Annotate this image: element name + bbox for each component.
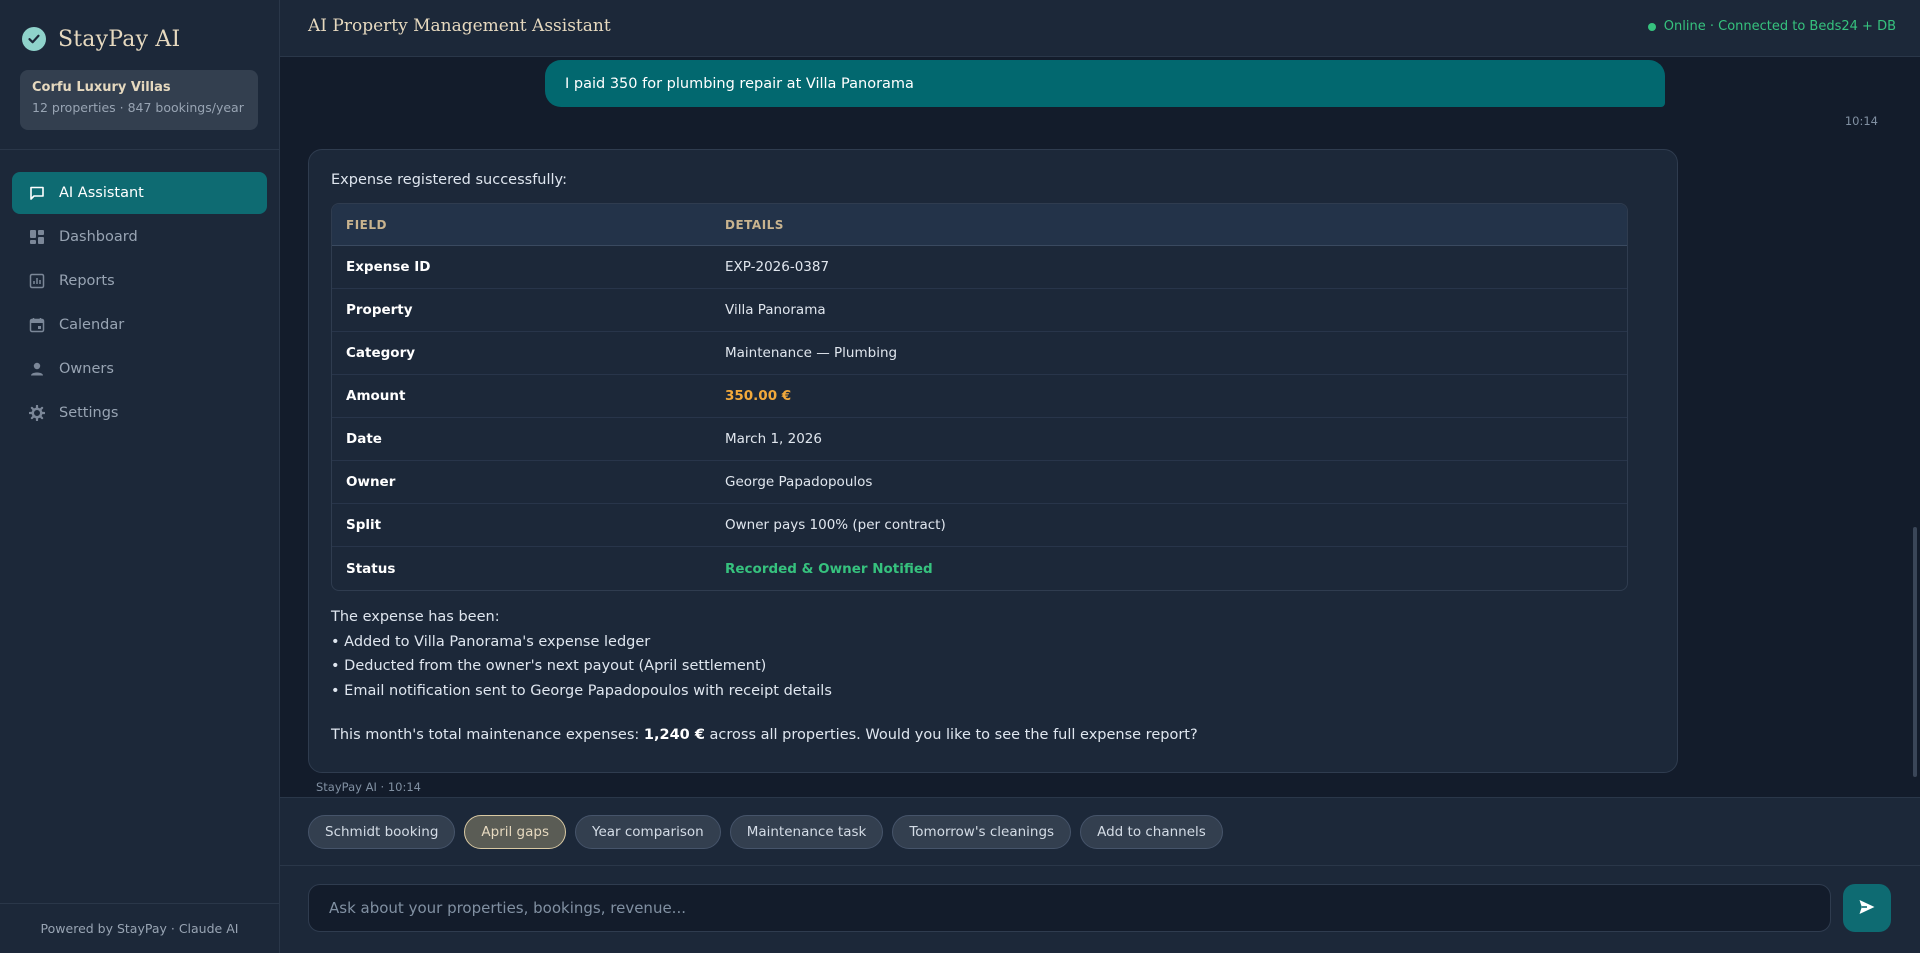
field-label: Category — [346, 345, 416, 361]
chat-scrollbar[interactable] — [1913, 527, 1917, 777]
person-icon — [29, 361, 45, 377]
sidebar-item-ai-assistant[interactable]: AI Assistant — [12, 172, 267, 214]
composer — [280, 866, 1920, 953]
ai-intro: Expense registered successfully: — [331, 172, 567, 188]
suggestion-chip-schmidt-booking[interactable]: Schmidt booking — [308, 814, 456, 849]
chat-area[interactable]: I paid 350 for plumbing repair at Villa … — [280, 57, 1920, 797]
suggestion-chip-maintenance-task[interactable]: Maintenance task — [729, 814, 884, 849]
field-label: Owner — [346, 474, 396, 490]
user-message: I paid 350 for plumbing repair at Villa … — [545, 60, 1665, 107]
field-label: Expense ID — [346, 259, 431, 275]
table-row: Owner George Papadopoulos — [332, 461, 1627, 504]
table-header: FIELD DETAILS — [332, 204, 1627, 246]
amount-value: 350.00 € — [725, 388, 792, 404]
field-label: Property — [346, 302, 413, 318]
ai-message: Expense registered successfully: FIELD D… — [308, 149, 1678, 773]
ai-body-line: The expense has been: — [331, 609, 500, 625]
suggestion-chip-april-gaps[interactable]: April gaps — [464, 814, 566, 849]
brand[interactable]: StayPay AI — [22, 24, 180, 54]
column-header-field: FIELD — [346, 217, 387, 232]
sidebar-item-label: Reports — [59, 273, 115, 289]
chat-icon — [29, 185, 45, 201]
column-header-details: DETAILS — [725, 217, 784, 232]
page-title: AI Property Management Assistant — [308, 16, 611, 36]
ai-message-meta: StayPay AI · 10:14 — [316, 780, 421, 794]
organization-name: Corfu Luxury Villas — [32, 80, 171, 95]
suggestion-chip-add-to-channels[interactable]: Add to channels — [1080, 814, 1223, 849]
status-value: Recorded & Owner Notified — [725, 560, 933, 577]
sidebar-item-settings[interactable]: Settings — [12, 392, 267, 434]
calendar-icon — [29, 317, 45, 333]
brand-name: StayPay AI — [58, 26, 181, 52]
suggestion-chip-year-comparison[interactable]: Year comparison — [574, 814, 721, 849]
sidebar-nav: AI Assistant Dashboard Reports Calendar … — [12, 172, 267, 436]
field-value: Villa Panorama — [725, 302, 826, 318]
ai-summary: This month's total maintenance expenses:… — [331, 727, 1655, 743]
table-row: Amount 350.00 € — [332, 375, 1627, 418]
summary-suffix: across all properties. Would you like to… — [704, 727, 1198, 743]
user-message-time: 10:14 — [1844, 114, 1878, 128]
organization-card[interactable]: Corfu Luxury Villas 12 properties · 847 … — [20, 70, 258, 130]
gear-icon — [29, 405, 45, 421]
sidebar-item-label: Calendar — [59, 317, 125, 333]
ai-body-line: • Email notification sent to George Papa… — [331, 682, 832, 699]
reports-icon — [29, 273, 45, 289]
send-button[interactable] — [1843, 884, 1891, 932]
sidebar-item-label: Settings — [59, 405, 119, 421]
dashboard-icon — [29, 229, 45, 245]
sidebar-item-label: Dashboard — [59, 229, 138, 245]
organization-meta: 12 properties · 847 bookings/year — [32, 100, 244, 115]
sidebar-item-calendar[interactable]: Calendar — [12, 304, 267, 346]
table-row: Category Maintenance — Plumbing — [332, 332, 1627, 375]
summary-amount: 1,240 € — [643, 727, 705, 743]
status-dot-icon — [1647, 22, 1656, 31]
sidebar-footer: Powered by StayPay · Claude AI — [0, 903, 279, 953]
summary-prefix: This month's total maintenance expenses: — [331, 727, 644, 743]
field-value: George Papadopoulos — [725, 474, 873, 490]
sidebar: StayPay AI Corfu Luxury Villas 12 proper… — [0, 0, 280, 953]
table-row: Expense ID EXP-2026-0387 — [332, 246, 1627, 289]
connection-status: Online · Connected to Beds24 + DB — [1647, 19, 1896, 34]
status-text: Online · Connected to Beds24 + DB — [1663, 19, 1896, 34]
table-row: Date March 1, 2026 — [332, 418, 1627, 461]
expense-table: FIELD DETAILS Expense ID EXP-2026-0387 P… — [331, 203, 1628, 591]
sidebar-item-dashboard[interactable]: Dashboard — [12, 216, 267, 258]
ai-body-line: • Deducted from the owner's next payout … — [331, 658, 767, 674]
field-value: Maintenance — Plumbing — [725, 345, 898, 361]
field-label: Date — [346, 431, 382, 447]
field-value: March 1, 2026 — [725, 431, 822, 447]
suggestion-chip-tomorrows-cleanings[interactable]: Tomorrow's cleanings — [892, 814, 1072, 849]
field-value: EXP-2026-0387 — [725, 259, 830, 275]
table-row: Status Recorded & Owner Notified — [332, 547, 1627, 590]
suggestion-chips: Schmidt booking April gaps Year comparis… — [280, 797, 1920, 866]
table-row: Property Villa Panorama — [332, 289, 1627, 332]
sidebar-item-label: Owners — [59, 361, 114, 377]
sidebar-item-reports[interactable]: Reports — [12, 260, 267, 302]
table-row: Split Owner pays 100% (per contract) — [332, 504, 1627, 547]
sidebar-item-owners[interactable]: Owners — [12, 348, 267, 390]
field-label: Status — [346, 560, 396, 577]
field-label: Amount — [346, 388, 406, 404]
field-label: Split — [346, 517, 382, 533]
message-input[interactable] — [308, 884, 1831, 932]
send-icon — [1858, 898, 1876, 919]
sidebar-item-label: AI Assistant — [59, 185, 144, 201]
ai-body-line: • Added to Villa Panorama's expense ledg… — [331, 633, 651, 650]
check-circle-icon — [22, 27, 46, 51]
header: AI Property Management Assistant Online … — [280, 0, 1920, 57]
user-message-text: I paid 350 for plumbing repair at Villa … — [565, 75, 914, 92]
sidebar-divider — [0, 149, 279, 150]
field-value: Owner pays 100% (per contract) — [725, 517, 946, 533]
ai-body: The expense has been: • Added to Villa P… — [331, 605, 1655, 703]
